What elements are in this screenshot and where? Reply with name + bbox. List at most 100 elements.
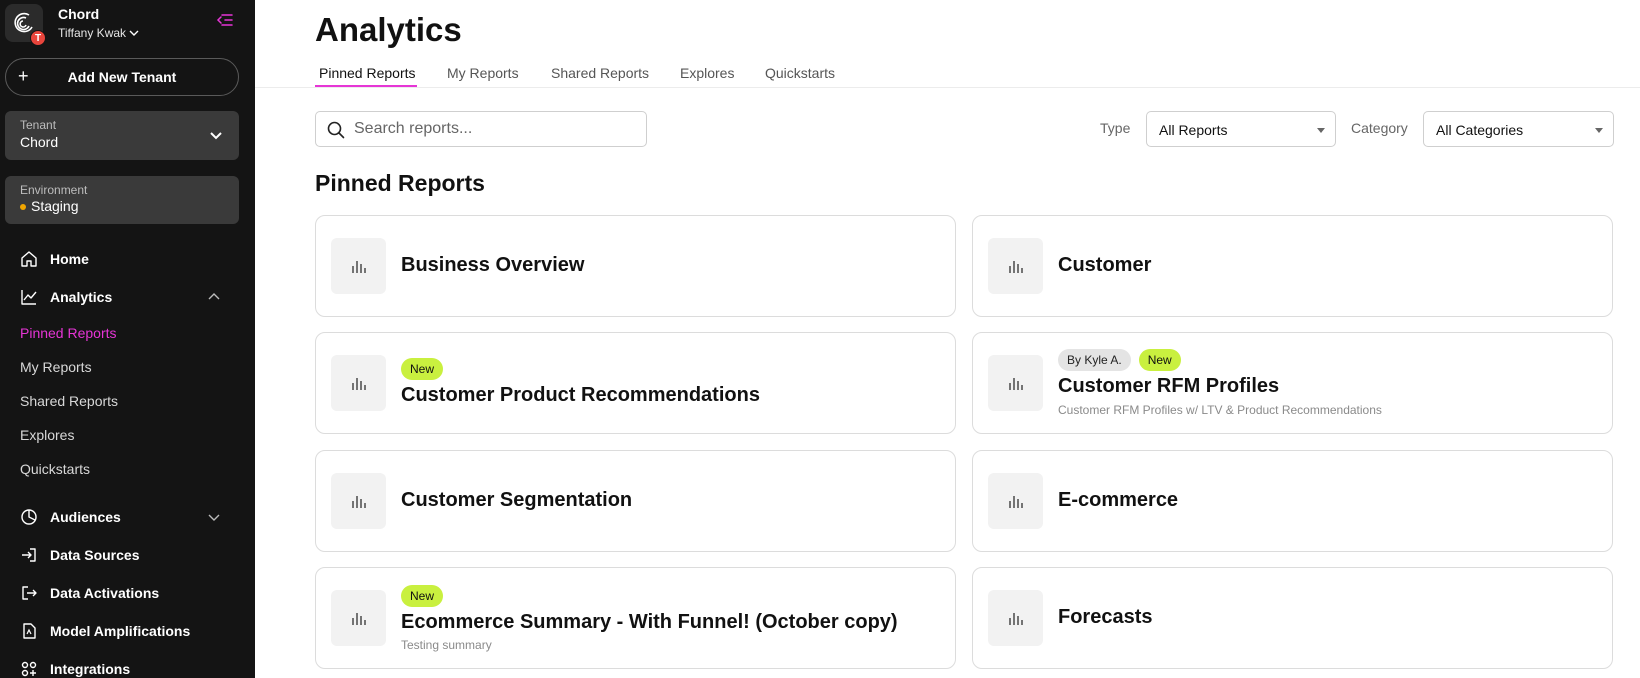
report-card[interactable]: Business Overview: [315, 215, 956, 317]
report-thumbnail: [988, 238, 1043, 294]
tab-explores[interactable]: Explores: [680, 65, 734, 81]
search-icon: [327, 121, 345, 139]
sidebar-sub-pinned-reports[interactable]: Pinned Reports: [20, 325, 117, 341]
user-name: Tiffany Kwak: [58, 26, 127, 40]
sidebar-sub-my-reports[interactable]: My Reports: [20, 359, 92, 375]
chevron-down-icon[interactable]: [207, 510, 221, 524]
tab-quickstarts[interactable]: Quickstarts: [765, 65, 835, 81]
type-select[interactable]: All Reports: [1146, 111, 1336, 147]
sidebar-item-data-sources[interactable]: Data Sources: [20, 544, 139, 566]
sidebar-item-model-amplifications[interactable]: Model Amplifications: [20, 620, 190, 642]
environment-indicator[interactable]: Environment Staging: [5, 176, 239, 224]
home-icon: [21, 251, 37, 267]
sign-in-icon: [22, 548, 36, 562]
sidebar-item-label: Audiences: [50, 509, 121, 525]
report-title: Customer: [1058, 254, 1152, 276]
sidebar-item-integrations[interactable]: Integrations: [20, 658, 130, 678]
report-title: E-commerce: [1058, 489, 1179, 511]
bar-chart-icon: [351, 378, 366, 390]
bar-chart-icon: [351, 496, 366, 508]
chevron-down-icon: [129, 30, 139, 36]
search-box: [315, 111, 647, 147]
environment-label: Environment: [20, 183, 88, 197]
category-select-value: All Categories: [1436, 122, 1524, 138]
type-filter-label: Type: [1100, 120, 1131, 136]
report-title: Customer Segmentation: [401, 489, 633, 511]
sidebar: T Chord Tiffany Kwak + Add New Tenant Te…: [0, 0, 255, 678]
new-badge: New: [1138, 349, 1181, 371]
sidebar-item-label: Analytics: [50, 289, 113, 305]
report-card[interactable]: By Kyle A. New Customer RFM Profiles Cus…: [972, 332, 1613, 434]
add-tenant-label: Add New Tenant: [67, 69, 177, 85]
report-description: Testing summary: [401, 638, 492, 652]
grid-icon: [21, 661, 37, 677]
report-card[interactable]: E-commerce: [972, 450, 1613, 552]
caret-down-icon: [1317, 128, 1325, 133]
sign-out-icon: [22, 586, 37, 600]
sidebar-sub-quickstarts[interactable]: Quickstarts: [20, 461, 90, 477]
sidebar-item-label: Data Sources: [50, 547, 140, 563]
report-title: Forecasts: [1058, 606, 1153, 628]
type-select-value: All Reports: [1159, 122, 1228, 138]
search-input[interactable]: [354, 118, 634, 140]
tenant-switcher[interactable]: T Chord Tiffany Kwak: [5, 4, 245, 48]
badge-group: New: [401, 585, 444, 607]
collapse-sidebar-icon[interactable]: [216, 11, 234, 29]
sidebar-item-label: Integrations: [50, 661, 131, 677]
new-badge: New: [401, 585, 444, 607]
user-menu[interactable]: Tiffany Kwak: [58, 26, 139, 40]
sidebar-item-label: Data Activations: [50, 585, 160, 601]
tenant-select[interactable]: Tenant Chord: [5, 111, 239, 160]
report-card[interactable]: New Ecommerce Summary - With Funnel! (Oc…: [315, 567, 956, 669]
tab-bar: Pinned Reports My Reports Shared Reports…: [255, 62, 1640, 88]
tenant-value: Chord: [20, 134, 59, 150]
report-thumbnail: [331, 590, 386, 646]
add-new-tenant-button[interactable]: + Add New Tenant: [5, 58, 239, 96]
report-thumbnail: [331, 473, 386, 529]
bar-chart-icon: [1008, 613, 1023, 625]
report-card[interactable]: Customer Segmentation: [315, 450, 956, 552]
sidebar-sub-explores[interactable]: Explores: [20, 427, 74, 443]
sidebar-item-data-activations[interactable]: Data Activations: [20, 582, 159, 604]
plus-icon: +: [18, 66, 29, 86]
tab-shared-reports[interactable]: Shared Reports: [551, 65, 649, 81]
category-filter-label: Category: [1351, 120, 1408, 136]
org-name: Chord: [58, 6, 100, 22]
new-badge: New: [401, 358, 444, 380]
report-description: Customer RFM Profiles w/ LTV & Product R…: [1058, 403, 1382, 417]
report-card[interactable]: Forecasts: [972, 567, 1613, 669]
report-thumbnail: [988, 590, 1043, 646]
sidebar-sub-shared-reports[interactable]: Shared Reports: [20, 393, 118, 409]
pie-chart-icon: [21, 509, 37, 525]
chevron-down-icon: [210, 132, 222, 140]
report-title: Customer Product Recommendations: [401, 384, 760, 406]
main-content: Analytics Pinned Reports My Reports Shar…: [255, 0, 1640, 678]
chevron-up-icon[interactable]: [207, 290, 221, 304]
sidebar-item-label: Model Amplifications: [50, 623, 191, 639]
report-title: Ecommerce Summary - With Funnel! (Octobe…: [401, 611, 898, 633]
report-thumbnail: [331, 355, 386, 411]
bar-chart-icon: [351, 261, 366, 273]
bar-chart-icon: [1008, 496, 1023, 508]
report-thumbnail: [331, 238, 386, 294]
line-chart-icon: [21, 290, 37, 305]
report-title: Customer RFM Profiles: [1058, 375, 1280, 397]
sidebar-item-home[interactable]: Home: [20, 248, 89, 270]
document-icon: [23, 623, 36, 639]
tab-my-reports[interactable]: My Reports: [447, 65, 519, 81]
avatar: T: [30, 30, 46, 46]
category-select[interactable]: All Categories: [1423, 111, 1614, 147]
sidebar-item-audiences[interactable]: Audiences: [20, 506, 121, 528]
report-title: Business Overview: [401, 254, 585, 276]
author-badge: By Kyle A.: [1058, 349, 1131, 371]
status-dot: [20, 204, 26, 210]
sidebar-item-analytics[interactable]: Analytics: [20, 286, 112, 308]
report-card[interactable]: Customer: [972, 215, 1613, 317]
report-card[interactable]: New Customer Product Recommendations: [315, 332, 956, 434]
tab-pinned-reports[interactable]: Pinned Reports: [319, 65, 416, 81]
report-thumbnail: [988, 473, 1043, 529]
environment-value: Staging: [31, 198, 79, 214]
sidebar-item-label: Home: [50, 251, 89, 267]
bar-chart-icon: [1008, 261, 1023, 273]
bar-chart-icon: [351, 613, 366, 625]
